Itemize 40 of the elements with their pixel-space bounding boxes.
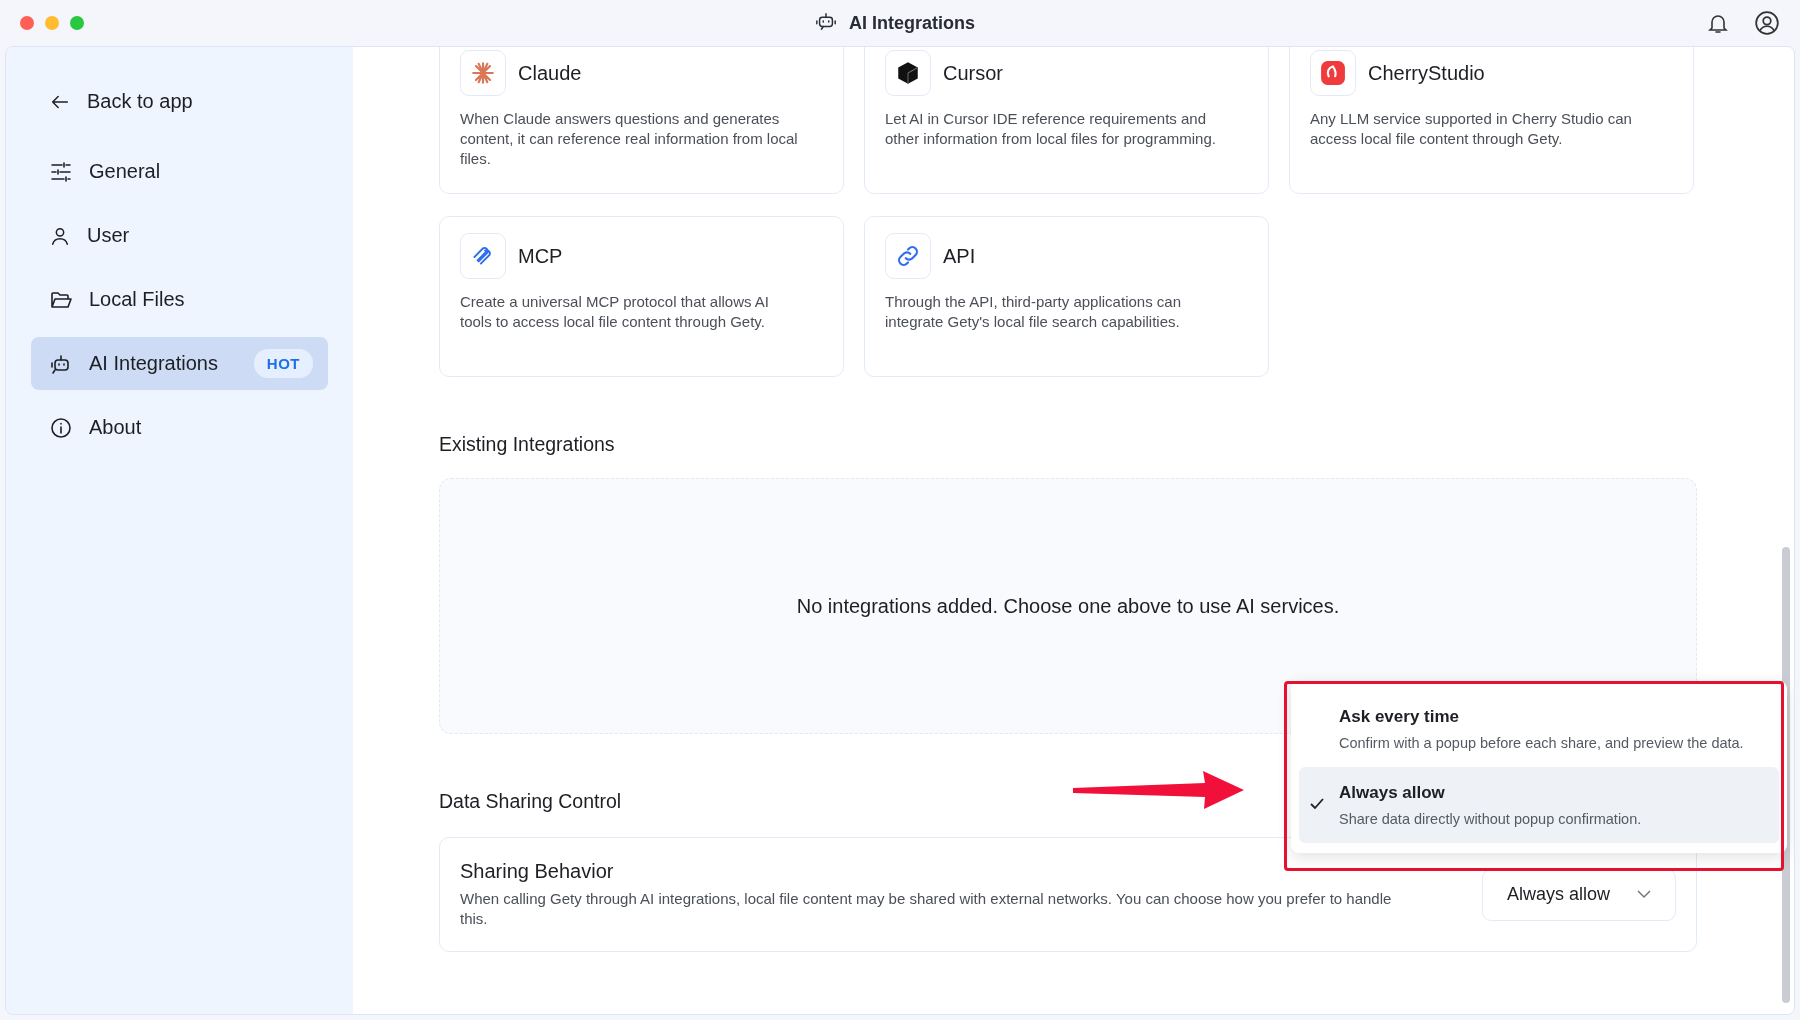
sidebar-item[interactable]: General [31,145,328,198]
dropdown-option[interactable]: Ask every time Confirm with a popup before each share, and preview the data. [1299,691,1779,767]
card-description: Create a universal MCP protocol that allows AI tools to access local file content through Gety. [460,292,771,332]
link-icon [895,243,921,269]
empty-state-message: No integrations added. Choose one above to use AI services. [796,594,1340,618]
section-heading: Existing Integrations [439,433,615,456]
card-title: Cursor [943,61,1003,85]
sidebar-item[interactable]: About [31,401,328,454]
card-title: MCP [518,244,563,268]
integration-card[interactable]: API Through the API, third-party applications can integrate Gety's local file search capabilities. [864,216,1269,377]
card-title: Claude [518,61,582,85]
integration-card[interactable]: Cursor Let AI in Cursor IDE reference requirements and other information from local files for programming. [864,47,1269,194]
close-button[interactable] [20,16,34,30]
back-link[interactable]: Back to app [31,75,328,128]
card-title: API [943,244,976,268]
account-icon[interactable] [1754,10,1780,36]
setting-title: Sharing Behavior [460,860,615,883]
dropdown-option[interactable]: Always allow Share data directly without popup confirmation. [1299,767,1779,843]
card-description: Any LLM service supported in Cherry Studio can access local file content through Gety. [1310,109,1633,149]
checkmark-icon [1309,797,1325,811]
card-description: When Claude answers questions and generates content, it can reference real information from local files. [460,109,799,169]
chevron-down-icon [1637,890,1651,899]
sidebar-item[interactable]: User [31,209,328,262]
sliders-icon [49,159,73,184]
integration-card[interactable]: CherryStudio Any LLM service supported in Cherry Studio can access local file content through Gety. [1289,47,1694,194]
sidebar-item[interactable]: AI Integrations HOT [31,337,328,390]
section-heading: Data Sharing Control [439,790,622,813]
hot-badge: HOT [253,349,313,378]
card-title: CherryStudio [1368,61,1485,85]
window-title: AI Integrations [849,12,975,34]
setting-description: When calling Gety through AI integrations, local file content may be shared with external networks. You can choose how you prefer to handle this. [460,889,1393,929]
info-icon [49,415,73,440]
integration-card[interactable]: MCP Create a universal MCP protocol that allows AI tools to access local file content through Gety. [439,216,844,377]
card-description: Let AI in Cursor IDE reference requirements and other information from local files for programming. [885,109,1217,149]
cherry-icon [1320,60,1346,86]
starburst-icon [470,60,496,86]
sidebar-item[interactable]: Local Files [31,273,328,326]
card-description: Through the API, third-party applications can integrate Gety's local file search capabilities. [885,292,1182,332]
integration-card[interactable]: Claude When Claude answers questions and generates content, it can reference real information from local files. [439,47,844,194]
hexagon-icon [895,60,921,86]
